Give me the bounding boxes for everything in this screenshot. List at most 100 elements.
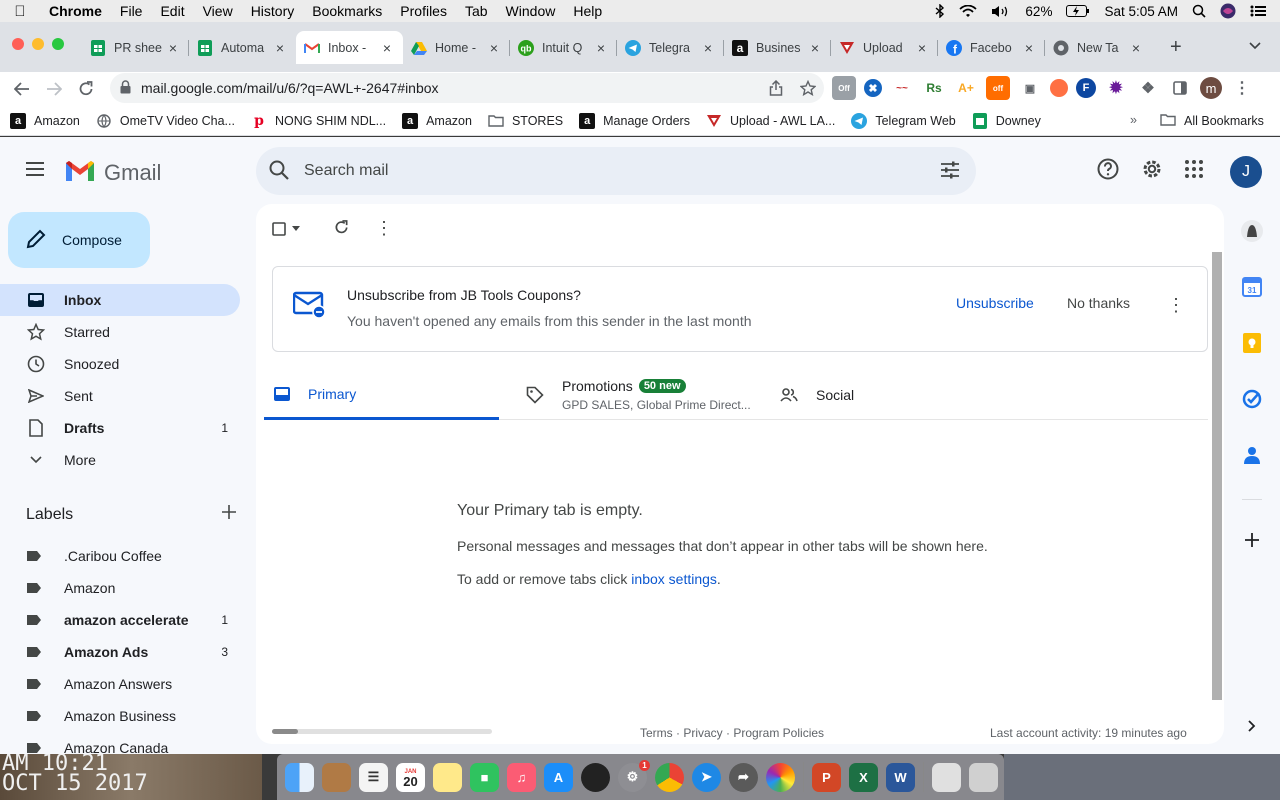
- close-tab-icon[interactable]: ×: [379, 40, 395, 56]
- inbox-settings-link[interactable]: inbox settings: [631, 571, 717, 587]
- extensions-puzzle-icon[interactable]: ❖: [1136, 76, 1160, 100]
- share-icon[interactable]: [760, 80, 792, 96]
- volume-icon[interactable]: [991, 5, 1011, 18]
- chrome-menu-kebab-icon[interactable]: ⋮: [1230, 76, 1254, 100]
- bluetooth-icon[interactable]: [935, 4, 945, 18]
- nav-starred[interactable]: Starred: [0, 316, 240, 348]
- get-addons-plus-icon[interactable]: [1240, 528, 1264, 552]
- tab-automation[interactable]: Automa ×: [189, 31, 296, 64]
- menu-tab[interactable]: Tab: [456, 3, 497, 19]
- menu-app-name[interactable]: Chrome: [40, 3, 111, 19]
- extension-f-icon[interactable]: F: [1076, 78, 1096, 98]
- menu-view[interactable]: View: [194, 3, 242, 19]
- google-contacts-icon[interactable]: [1240, 443, 1264, 467]
- tab-amazon-business[interactable]: a Busines ×: [724, 31, 831, 64]
- search-options-tune-icon[interactable]: [940, 161, 960, 182]
- tab-search-chevron-icon[interactable]: [1249, 38, 1261, 53]
- excel-icon[interactable]: X: [849, 762, 878, 792]
- label-caribou-coffee[interactable]: .Caribou Coffee: [0, 540, 240, 572]
- close-tab-icon[interactable]: ×: [700, 40, 716, 56]
- tab-facebook[interactable]: f Facebo ×: [938, 31, 1045, 64]
- settings-gear-icon[interactable]: [1140, 157, 1164, 184]
- tab-new-tab[interactable]: New Ta ×: [1045, 31, 1152, 64]
- tab-promotions[interactable]: Promotions 50 new GPD SALES, Global Prime…: [526, 370, 751, 420]
- extension-off-orange-icon[interactable]: off: [986, 76, 1010, 100]
- search-mail-bar[interactable]: Search mail: [256, 147, 976, 195]
- tab-intuit-quickbooks[interactable]: qb Intuit Q ×: [510, 31, 617, 64]
- launchpad-rocket-icon[interactable]: ➦: [729, 762, 758, 792]
- tab-primary[interactable]: Primary: [264, 370, 499, 420]
- clock[interactable]: Sat 5:05 AM: [1104, 4, 1178, 19]
- label-amazon-answers[interactable]: Amazon Answers: [0, 668, 240, 700]
- bookmark-amazon[interactable]: a Amazon: [10, 112, 80, 129]
- reminders-icon[interactable]: ☰: [359, 762, 388, 792]
- battery-charging-icon[interactable]: [1066, 5, 1090, 17]
- extension-circle-icon[interactable]: [1050, 79, 1068, 97]
- close-tab-icon[interactable]: ×: [486, 40, 502, 56]
- downloads-stack-icon[interactable]: [932, 762, 961, 792]
- address-bar[interactable]: mail.google.com/mail/u/6/?q=AWL+-2647#in…: [110, 73, 824, 103]
- horizontal-scrollbar[interactable]: [272, 729, 492, 734]
- extension-camel-icon[interactable]: ~~: [890, 76, 914, 100]
- no-thanks-button[interactable]: No thanks: [1067, 295, 1130, 311]
- notes-icon[interactable]: [433, 762, 462, 792]
- forward-arrow-icon[interactable]: [38, 75, 70, 103]
- bookmark-downey[interactable]: Downey: [972, 112, 1041, 129]
- close-tab-icon[interactable]: ×: [165, 40, 181, 56]
- siri-icon[interactable]: [1220, 3, 1236, 19]
- gmail-logo[interactable]: Gmail: [64, 159, 161, 186]
- menu-file[interactable]: File: [111, 3, 152, 19]
- extension-off-icon[interactable]: Off: [832, 76, 856, 100]
- label-amazon-canada[interactable]: Amazon Canada: [0, 732, 240, 754]
- tab-upload[interactable]: Upload ×: [831, 31, 938, 64]
- nav-inbox[interactable]: Inbox: [0, 284, 240, 316]
- unsubscribe-button[interactable]: Unsubscribe: [956, 295, 1034, 311]
- search-input[interactable]: Search mail: [304, 162, 940, 180]
- close-tab-icon[interactable]: ×: [1128, 40, 1144, 56]
- music-icon[interactable]: ♫: [507, 762, 536, 792]
- bookmark-stores-folder[interactable]: STORES: [488, 113, 563, 129]
- close-tab-icon[interactable]: ×: [807, 40, 823, 56]
- close-tab-icon[interactable]: ×: [914, 40, 930, 56]
- tab-social[interactable]: Social: [780, 370, 854, 420]
- vertical-scrollbar[interactable]: [1212, 252, 1222, 700]
- support-help-icon[interactable]: [1096, 157, 1120, 184]
- search-icon[interactable]: [268, 159, 290, 184]
- label-amazon[interactable]: Amazon: [0, 572, 240, 604]
- finder-icon[interactable]: [285, 762, 314, 792]
- bookmark-telegram-web[interactable]: Telegram Web: [851, 112, 956, 129]
- extension-sun-icon[interactable]: ✹: [1104, 76, 1128, 100]
- close-window-button[interactable]: [12, 38, 24, 50]
- url-text[interactable]: mail.google.com/mail/u/6/?q=AWL+-2647#in…: [141, 80, 760, 96]
- zoom-window-button[interactable]: [52, 38, 64, 50]
- label-amazon-accelerate[interactable]: amazon accelerate 1: [0, 604, 240, 636]
- minimize-window-button[interactable]: [32, 38, 44, 50]
- apple-menu-icon[interactable]: : [0, 3, 40, 20]
- close-tab-icon[interactable]: ×: [1021, 40, 1037, 56]
- side-panel-addon-icon[interactable]: [1240, 219, 1264, 243]
- label-amazon-ads[interactable]: Amazon Ads 3: [0, 636, 240, 668]
- new-tab-plus-icon[interactable]: +: [1170, 36, 1182, 59]
- refresh-icon[interactable]: [334, 219, 349, 238]
- system-preferences-icon[interactable]: ⚙ 1: [618, 759, 650, 792]
- extension-rs-icon[interactable]: Rs: [922, 76, 946, 100]
- photos-icon[interactable]: [766, 762, 795, 792]
- select-checkbox[interactable]: [272, 221, 300, 236]
- menu-window[interactable]: Window: [497, 3, 565, 19]
- footer-links[interactable]: Terms · Privacy · Program Policies: [640, 726, 824, 740]
- banner-more-kebab-icon[interactable]: ⋮: [1167, 295, 1185, 316]
- google-apps-grid-icon[interactable]: [1184, 159, 1204, 182]
- extension-compass-icon[interactable]: ✖: [864, 79, 882, 97]
- close-tab-icon[interactable]: ×: [593, 40, 609, 56]
- google-account-avatar[interactable]: J: [1230, 156, 1262, 188]
- siri-dock-icon[interactable]: [581, 762, 610, 792]
- all-bookmarks-folder[interactable]: All Bookmarks: [1160, 113, 1264, 129]
- calendar-icon[interactable]: JAN 20: [396, 762, 425, 792]
- label-amazon-business[interactable]: Amazon Business: [0, 700, 240, 732]
- create-label-plus-icon[interactable]: [222, 505, 236, 524]
- bookmark-upload-awl[interactable]: Upload - AWL LA...: [706, 113, 835, 129]
- tab-telegram[interactable]: Telegra ×: [617, 31, 724, 64]
- main-menu-hamburger-icon[interactable]: [24, 161, 46, 180]
- bookmark-manage-orders[interactable]: a Manage Orders: [579, 112, 690, 129]
- nav-drafts[interactable]: Drafts 1: [0, 412, 240, 444]
